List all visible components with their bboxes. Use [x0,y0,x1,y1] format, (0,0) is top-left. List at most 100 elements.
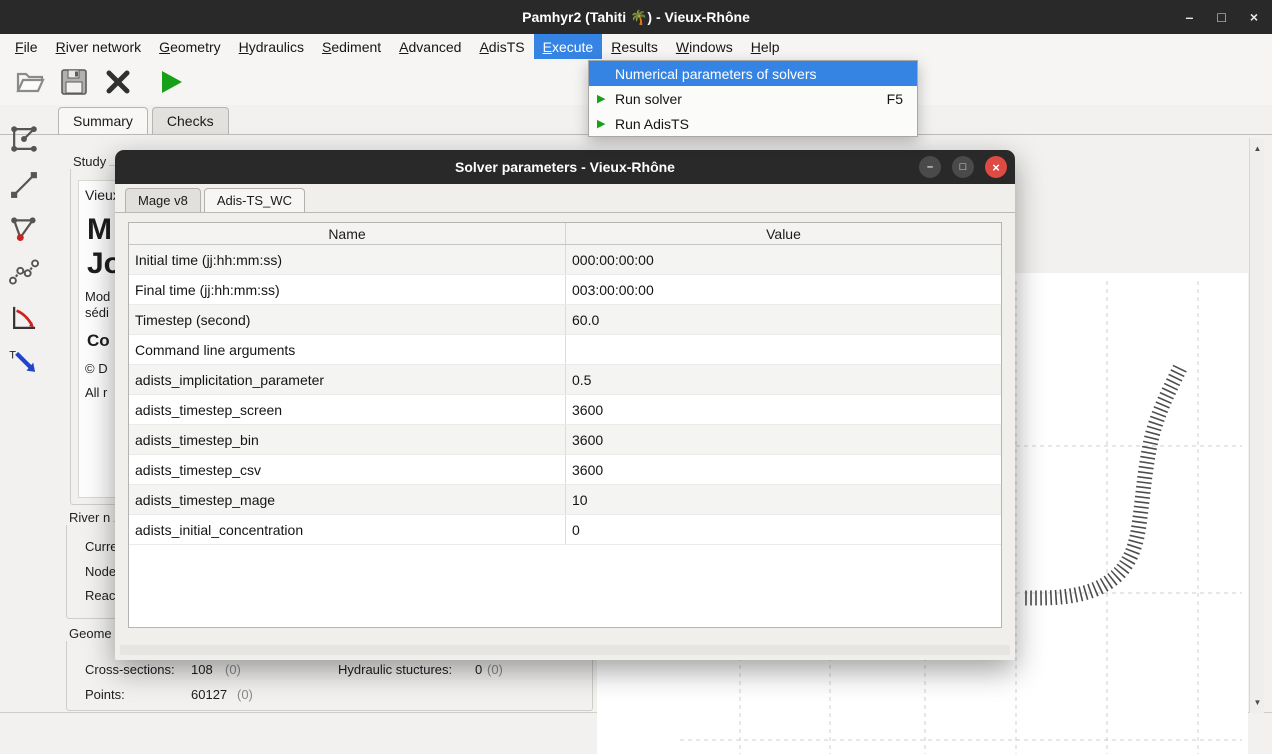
param-value-cell[interactable]: 0 [566,515,1001,544]
close-icon[interactable]: × [1250,0,1258,34]
sidebar-toolbox: T [0,115,50,713]
table-row[interactable]: Timestep (second) 60.0 [129,305,1001,335]
menu-item-numerical-parameters[interactable]: Numerical parameters of solvers [589,61,917,86]
param-name-cell: Final time (jj:hh:mm:ss) [129,275,566,304]
param-name-cell: Command line arguments [129,335,566,364]
table-row[interactable]: adists_implicitation_parameter 0.5 [129,365,1001,395]
structures-suffix: (0) [487,662,503,677]
param-name-cell: adists_timestep_bin [129,425,566,454]
dialog-maximize-icon[interactable]: □ [952,156,974,178]
points-value: 60127 [191,687,227,702]
dialog-titlebar[interactable]: Solver parameters - Vieux-Rhône – □ × [115,150,1015,184]
parameters-table: Name Value Initial time (jj:hh:mm:ss) 00… [128,222,1002,628]
tab-summary[interactable]: Summary [58,107,148,134]
tab-mage-v8[interactable]: Mage v8 [125,188,201,212]
menu-sediment[interactable]: Sediment [313,34,390,59]
structures-label: Hydraulic stuctures: [338,662,452,677]
structures-value: 0 [475,662,482,677]
dialog-minimize-icon[interactable]: – [919,156,941,178]
table-header-row: Name Value [129,223,1001,245]
menu-item-run-adists[interactable]: ▶ Run AdisTS [589,111,917,136]
table-row[interactable]: adists_initial_concentration 0 [129,515,1001,545]
column-header-name[interactable]: Name [129,223,566,244]
param-name-cell: Timestep (second) [129,305,566,334]
maximize-icon[interactable]: □ [1217,0,1225,34]
param-value-cell[interactable] [566,335,1001,364]
param-value-cell[interactable]: 3600 [566,425,1001,454]
menu-item-run-solver[interactable]: ▶ Run solver F5 [589,86,917,111]
param-value-cell[interactable]: 10 [566,485,1001,514]
column-header-value[interactable]: Value [566,223,1001,244]
menu-geometry[interactable]: Geometry [150,34,229,59]
river-network-line: Reac [85,588,115,603]
solver-parameters-dialog: Solver parameters - Vieux-Rhône – □ × Ma… [115,150,1015,660]
param-value-cell[interactable]: 0.5 [566,365,1001,394]
menu-results[interactable]: Results [602,34,667,59]
tab-adis-ts-wc[interactable]: Adis-TS_WC [204,188,305,212]
descending-blue-arrow-icon[interactable]: T [8,346,40,378]
param-value-cell[interactable]: 3600 [566,395,1001,424]
menu-help[interactable]: Help [742,34,789,59]
param-value-cell[interactable]: 3600 [566,455,1001,484]
run-solver-icon[interactable] [154,66,186,98]
window-title: Pamhyr2 (Tahiti 🌴) - Vieux-Rhône [522,9,750,26]
param-name-cell: Initial time (jj:hh:mm:ss) [129,245,566,274]
nodes-graph-icon[interactable] [8,123,40,155]
study-desc-partial: Mod [85,289,110,304]
param-value-cell[interactable]: 60.0 [566,305,1001,334]
menu-item-label: Numerical parameters of solvers [615,66,817,82]
table-row[interactable]: adists_timestep_mage 10 [129,485,1001,515]
study-copyright-partial: © D [85,361,108,376]
table-row[interactable]: adists_timestep_bin 3600 [129,425,1001,455]
menu-file[interactable]: File [6,34,47,59]
descending-red-curve-icon[interactable] [8,302,40,334]
river-cross-sections-path [1023,368,1180,598]
menu-river-network[interactable]: River network [47,34,151,59]
shortcut-label: F5 [887,91,903,107]
param-name-cell: adists_initial_concentration [129,515,566,544]
window-titlebar[interactable]: Pamhyr2 (Tahiti 🌴) - Vieux-Rhône – □ × [0,0,1272,34]
scroll-down-icon[interactable]: ▼ [1250,698,1265,707]
menu-advanced[interactable]: Advanced [390,34,470,59]
param-value-cell[interactable]: 000:00:00:00 [566,245,1001,274]
param-name-cell: adists_timestep_mage [129,485,566,514]
table-row[interactable]: adists_timestep_csv 3600 [129,455,1001,485]
delete-icon[interactable] [102,66,134,98]
save-icon[interactable] [58,66,90,98]
dialog-tabbar: Mage v8 Adis-TS_WC [115,188,1015,213]
menu-item-label: Run solver [615,91,682,107]
dialog-close-icon[interactable]: × [985,156,1007,178]
red-node-graph-icon[interactable] [8,213,40,245]
table-row[interactable]: adists_timestep_screen 3600 [129,395,1001,425]
menu-windows[interactable]: Windows [667,34,742,59]
t-glyph: T [9,349,16,361]
cross-sections-suffix: (0) [225,662,241,677]
cross-sections-label: Cross-sections: [85,662,175,677]
dotted-graph-icon[interactable] [8,256,40,288]
menu-hydraulics[interactable]: Hydraulics [230,34,313,59]
menu-adists[interactable]: AdisTS [470,34,533,59]
play-icon: ▶ [597,117,605,130]
scroll-up-icon[interactable]: ▲ [1250,144,1265,153]
tab-checks[interactable]: Checks [152,107,229,134]
menubar: File River network Geometry Hydraulics S… [0,34,1272,59]
diagonal-reach-icon[interactable] [8,169,40,201]
table-row[interactable]: Final time (jj:hh:mm:ss) 003:00:00:00 [129,275,1001,305]
param-name-cell: adists_implicitation_parameter [129,365,566,394]
study-desc-partial: sédi [85,305,109,320]
window-controls: – □ × [1186,0,1258,34]
dialog-resize-strip[interactable] [120,645,1010,655]
dialog-title: Solver parameters - Vieux-Rhône [455,159,675,175]
param-value-cell[interactable]: 003:00:00:00 [566,275,1001,304]
open-folder-icon[interactable] [14,66,46,98]
minimize-icon[interactable]: – [1186,0,1194,34]
table-row[interactable]: Initial time (jj:hh:mm:ss) 000:00:00:00 [129,245,1001,275]
table-row[interactable]: Command line arguments [129,335,1001,365]
river-network-line: Node [85,564,116,579]
play-icon: ▶ [597,92,605,105]
menu-execute[interactable]: Execute [534,34,603,59]
vertical-scrollbar[interactable]: ▲ ▼ [1249,138,1264,713]
study-group-label: Study [70,154,109,169]
param-name-cell: adists_timestep_screen [129,395,566,424]
execute-menu: Numerical parameters of solvers ▶ Run so… [588,60,918,137]
